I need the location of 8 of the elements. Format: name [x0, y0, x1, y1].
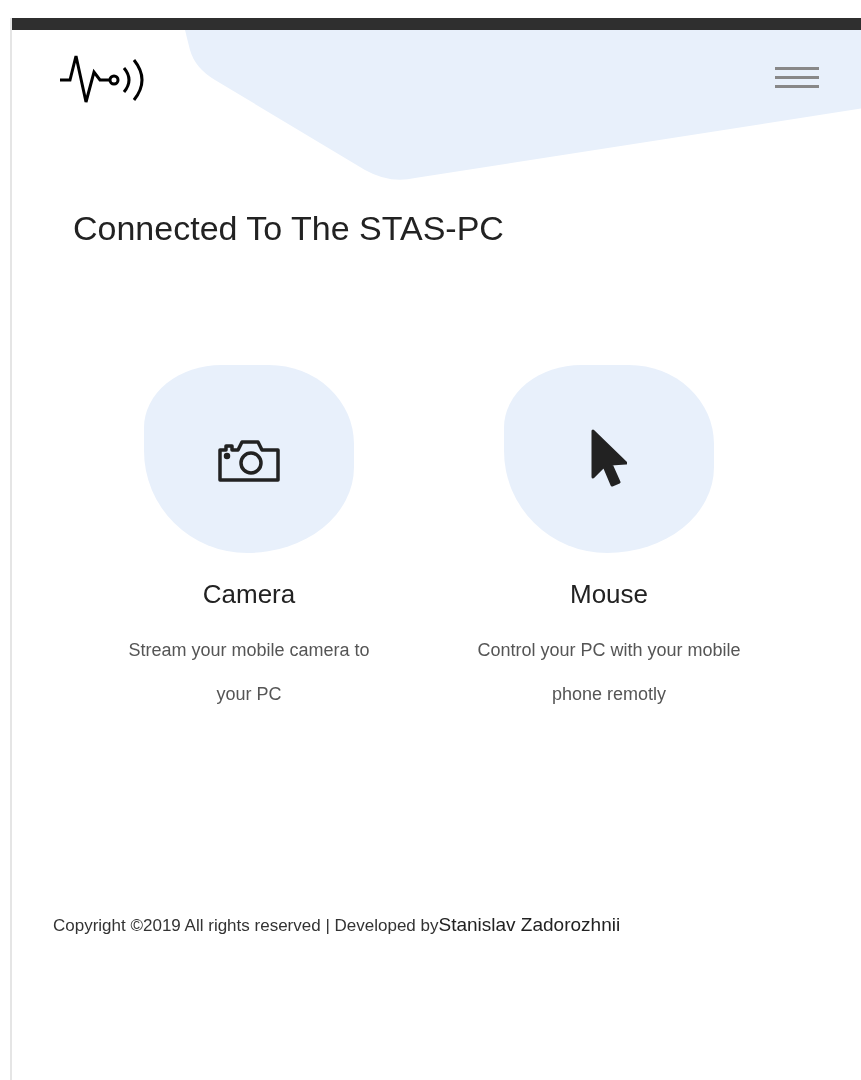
cursor-icon: [591, 429, 627, 489]
feature-title: Mouse: [569, 578, 648, 611]
feature-title: Camera: [202, 578, 296, 611]
author-link[interactable]: Stanislav Zadorozhnii: [438, 914, 621, 935]
feature-description: Control your PC with your mobile phone remotly: [476, 639, 742, 706]
page-title: Connected To The STAS-PC: [73, 211, 505, 245]
feature-description: Stream your mobile camera to your PC: [127, 639, 371, 706]
copyright-text: Copyright ©2019 All rights reserved | Developed byStanislav Zadorozhnii: [53, 913, 622, 937]
